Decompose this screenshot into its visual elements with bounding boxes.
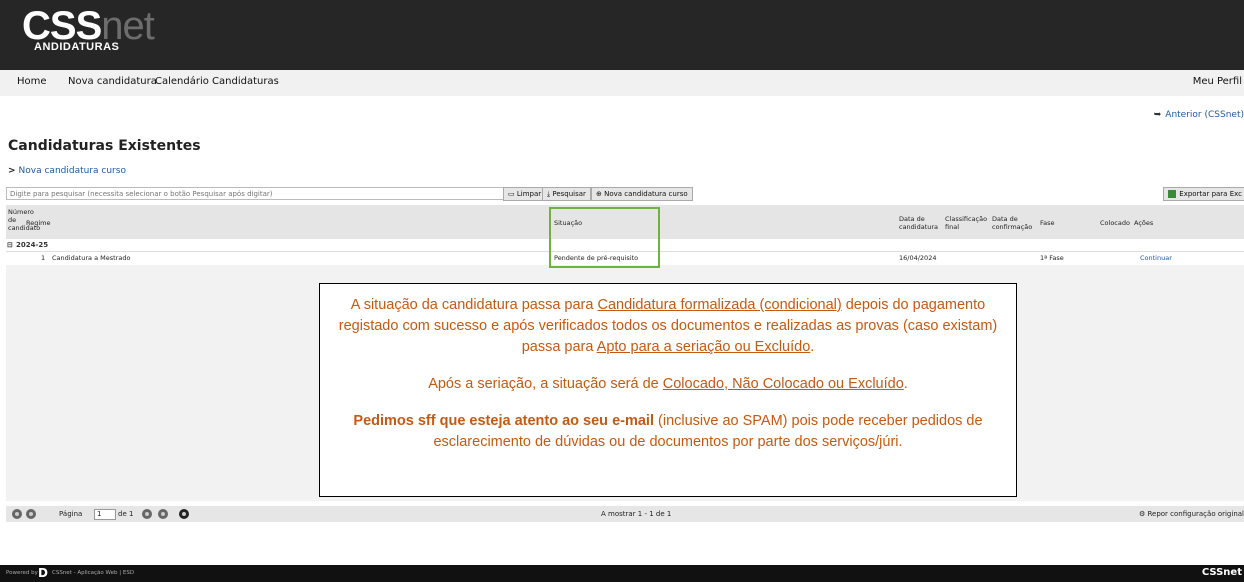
info-paragraph-1: A situação da candidatura passa para Can… (338, 297, 998, 355)
export-excel-button[interactable]: Exportar para Exc (1163, 187, 1244, 201)
grid-toolbar: ▭ Limpar ⤓ Pesquisar ⊕ Nova candidatura … (6, 187, 1244, 201)
info-callout: A situação da candidatura passa para Can… (319, 283, 1017, 497)
info-paragraph-2: Após a seriação, a situação será de Colo… (428, 376, 908, 392)
cell-numero: 1 (41, 254, 46, 262)
col-acoes[interactable]: Ações (1134, 219, 1153, 227)
record-count: A mostrar 1 - 1 de 1 (601, 510, 672, 518)
app-footer: Powered by D CSSnet - Aplicação Web | ES… (0, 565, 1244, 582)
reset-config-button[interactable]: ⚙ Repor configuração original (1139, 510, 1244, 518)
back-arrow-icon: ➥ (1153, 110, 1162, 120)
col-colocado[interactable]: Colocado (1100, 219, 1130, 227)
main-navbar: Home Nova candidatura Calendário Candida… (0, 70, 1244, 96)
cell-regime: Candidatura a Mestrado (52, 254, 131, 262)
cell-fase: 1ª Fase (1040, 254, 1064, 262)
search-input[interactable] (6, 187, 504, 200)
col-regime[interactable]: Regime (26, 219, 51, 227)
nav-calendario[interactable]: Calendário Candidaturas (155, 76, 279, 87)
search-button[interactable]: ⤓ Pesquisar (542, 187, 591, 201)
page-title: Candidaturas Existentes (8, 138, 201, 154)
excel-icon (1168, 190, 1177, 198)
page-label: Página (59, 510, 83, 518)
new-course-link[interactable]: > Nova candidatura curso (8, 166, 126, 176)
clear-icon: ▭ (508, 190, 515, 198)
page-number-input[interactable]: 1 (94, 509, 116, 520)
chevron-right-icon: > (8, 166, 16, 176)
grid-pager: Página 1 de 1 A mostrar 1 - 1 de 1 ⚙ Rep… (6, 506, 1244, 522)
first-page-icon[interactable] (12, 509, 22, 519)
clear-button[interactable]: ▭ Limpar (503, 187, 547, 201)
prev-page-icon[interactable] (26, 509, 36, 519)
info-paragraph-3: Pedimos sff que esteja atento ao seu e-m… (353, 413, 983, 450)
last-page-icon[interactable] (158, 509, 168, 519)
page-total: de 1 (118, 510, 134, 518)
col-data-confirmacao[interactable]: Data de confirmação (992, 215, 1032, 231)
app-header: CSSnet ANDIDATURAS (0, 0, 1244, 70)
cssnet-logo[interactable]: CSSnet ANDIDATURAS (22, 4, 155, 60)
download-icon: ⤓ (547, 190, 551, 198)
situacao-highlight (549, 207, 660, 268)
col-data-candidatura[interactable]: Data de candidatura (899, 215, 938, 231)
refresh-icon[interactable] (179, 509, 189, 519)
next-page-icon[interactable] (142, 509, 152, 519)
col-classificacao[interactable]: Classificação final (945, 215, 987, 231)
back-link[interactable]: ➥ Anterior (CSSnet) (1154, 110, 1244, 120)
nav-home[interactable]: Home (17, 76, 47, 87)
cell-data-candidatura: 16/04/2024 (899, 254, 937, 262)
nav-meu-perfil[interactable]: Meu Perfil (1193, 76, 1242, 87)
continue-link[interactable]: Continuar (1140, 254, 1172, 262)
col-fase[interactable]: Fase (1040, 219, 1055, 227)
footer-brand: CSSnet (1201, 567, 1242, 578)
add-circle-icon: ⊕ (596, 190, 602, 198)
nav-nova-candidatura[interactable]: Nova candidatura (68, 76, 157, 87)
gear-icon: ⚙ (1138, 510, 1146, 518)
powered-logo-icon: D (38, 566, 48, 580)
new-course-button[interactable]: ⊕ Nova candidatura curso (591, 187, 693, 201)
collapse-icon[interactable]: ⊟ (7, 241, 13, 249)
